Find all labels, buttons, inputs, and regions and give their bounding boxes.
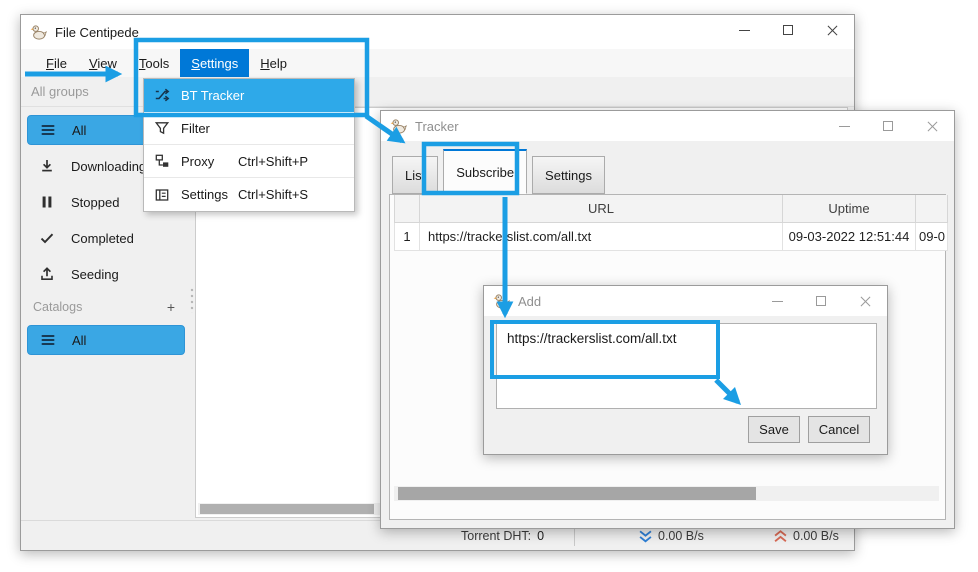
tab-settings[interactable]: Settings	[532, 156, 605, 194]
hamburger-menu-icon	[40, 332, 56, 348]
download-speed-value: 0.00 B/s	[658, 529, 704, 543]
menu-help[interactable]: Help	[249, 49, 298, 77]
pause-icon	[39, 194, 55, 210]
main-titlebar: File Centipede	[21, 15, 854, 49]
add-titlebar: Add	[484, 286, 887, 316]
app-logo-icon	[493, 293, 510, 310]
maximize-button[interactable]	[799, 286, 843, 316]
proxy-shortcut: Ctrl+Shift+P	[238, 154, 308, 169]
tracker-url-input[interactable]: https://trackerslist.com/all.txt	[496, 323, 877, 409]
hamburger-menu-icon	[40, 122, 56, 138]
menu-item-settings[interactable]: Settings Ctrl+Shift+S	[144, 178, 354, 211]
table-header-row: URL Uptime	[395, 195, 948, 222]
catalogs-label: Catalogs	[33, 300, 82, 314]
minimize-icon	[772, 301, 783, 302]
minimize-icon	[839, 126, 850, 127]
app-logo-icon	[390, 118, 407, 135]
close-button[interactable]	[810, 15, 854, 45]
minimize-button[interactable]	[722, 15, 766, 45]
cell-extra[interactable]: 09-0	[916, 222, 948, 250]
check-icon	[39, 230, 55, 246]
tab-subscribe[interactable]: Subscribe	[443, 149, 527, 194]
add-dialog-title: Add	[518, 294, 541, 309]
filter-icon	[154, 120, 170, 136]
close-icon	[827, 25, 838, 36]
menu-file[interactable]: File	[35, 49, 78, 77]
sidebar-item-completed[interactable]: Completed	[27, 223, 185, 253]
status-separator	[574, 526, 575, 546]
maximize-icon	[783, 25, 793, 35]
save-button[interactable]: Save	[748, 416, 800, 443]
cell-url[interactable]: https://trackerslist.com/all.txt	[420, 222, 783, 250]
sidebar-item-seeding[interactable]: Seeding	[27, 259, 185, 289]
group-selector-label: All groups	[31, 84, 89, 99]
minimize-icon	[739, 30, 750, 31]
minimize-button[interactable]	[755, 286, 799, 316]
subscription-table: URL Uptime 1 https://trackerslist.com/al…	[394, 195, 948, 251]
tracker-titlebar: Tracker	[381, 111, 954, 141]
settings-shortcut: Ctrl+Shift+S	[238, 187, 308, 202]
settings-dropdown-menu: BT Tracker Filter Proxy Ctrl+Shift+P Set…	[143, 78, 355, 212]
menu-bar: File View Tools Settings Help	[21, 49, 854, 77]
add-catalog-button[interactable]: +	[167, 299, 175, 315]
sidebar-catalog-all[interactable]: All	[27, 325, 185, 355]
shuffle-icon	[154, 87, 170, 103]
catalogs-header: Catalogs +	[27, 295, 185, 319]
cell-uptime[interactable]: 09-03-2022 12:51:44	[783, 222, 916, 250]
cancel-button[interactable]: Cancel	[808, 416, 870, 443]
close-button[interactable]	[843, 286, 887, 316]
maximize-button[interactable]	[866, 111, 910, 141]
cell-row-number[interactable]: 1	[395, 222, 420, 250]
maximize-icon	[883, 121, 893, 131]
add-dialog: Add https://trackerslist.com/all.txt Sav…	[483, 285, 888, 455]
maximize-button[interactable]	[766, 15, 810, 45]
tracker-tabs: List Subscribe Settings	[392, 149, 610, 194]
close-button[interactable]	[910, 111, 954, 141]
header-url[interactable]: URL	[420, 195, 783, 222]
minimize-button[interactable]	[822, 111, 866, 141]
dht-value: 0	[537, 529, 544, 543]
upload-icon	[39, 266, 55, 282]
header-extra[interactable]	[916, 195, 948, 222]
menu-settings[interactable]: Settings	[180, 49, 249, 77]
close-icon	[860, 296, 871, 307]
tracker-window-title: Tracker	[415, 119, 459, 134]
menu-item-proxy[interactable]: Proxy Ctrl+Shift+P	[144, 145, 354, 178]
maximize-icon	[816, 296, 826, 306]
menu-tools[interactable]: Tools	[128, 49, 180, 77]
tracker-horizontal-scrollbar[interactable]	[394, 486, 939, 501]
upload-speed-value: 0.00 B/s	[793, 529, 839, 543]
scrollbar-thumb[interactable]	[200, 504, 374, 514]
sidebar-splitter[interactable]	[190, 287, 194, 313]
menu-view[interactable]: View	[78, 49, 128, 77]
menu-item-filter[interactable]: Filter	[144, 112, 354, 145]
header-uptime[interactable]: Uptime	[783, 195, 916, 222]
menu-item-bt-tracker[interactable]: BT Tracker	[144, 79, 354, 112]
tab-list[interactable]: List	[392, 156, 438, 194]
download-icon	[39, 158, 55, 174]
dht-label: Torrent DHT:	[461, 529, 531, 543]
main-window-title: File Centipede	[55, 25, 139, 40]
double-chevron-up-icon	[774, 530, 787, 543]
table-row[interactable]: 1 https://trackerslist.com/all.txt 09-03…	[395, 222, 948, 250]
app-logo-icon	[30, 24, 47, 41]
header-row-number[interactable]	[395, 195, 420, 222]
proxy-icon	[154, 153, 170, 169]
close-icon	[927, 121, 938, 132]
scrollbar-thumb[interactable]	[398, 487, 756, 500]
double-chevron-down-icon	[639, 530, 652, 543]
settings-icon	[154, 187, 170, 203]
